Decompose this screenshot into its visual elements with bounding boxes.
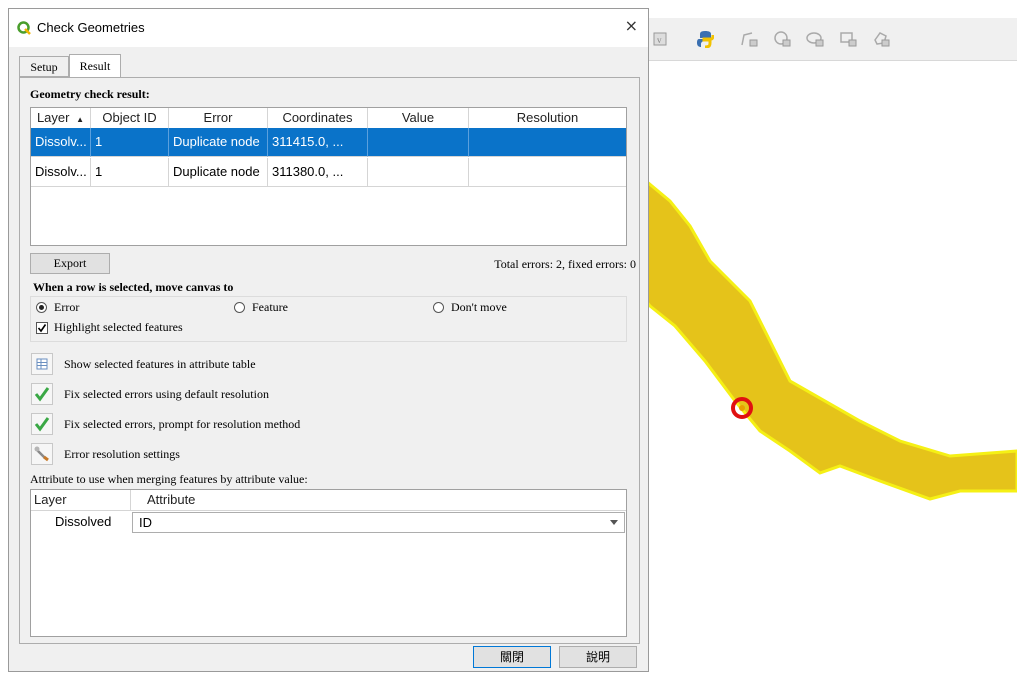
cell-layer[interactable]: Dissolv...: [31, 158, 91, 187]
qgis-logo-icon: [17, 21, 31, 35]
attribute-select-value: ID: [139, 515, 152, 530]
column-header-attribute[interactable]: Attribute: [131, 490, 626, 510]
column-header-object-id[interactable]: Object ID: [91, 108, 169, 128]
fix-prompt-button[interactable]: [31, 413, 53, 435]
show-in-attribute-table-button[interactable]: [31, 353, 53, 375]
close-button[interactable]: 關閉: [473, 646, 551, 668]
cell-object-id[interactable]: 1: [91, 128, 169, 157]
action-label: Fix selected errors, prompt for resoluti…: [64, 417, 301, 431]
map-canvas[interactable]: [638, 61, 1017, 672]
help-button[interactable]: 說明: [559, 646, 637, 668]
svg-text:v: v: [657, 35, 662, 45]
cell-resolution[interactable]: [469, 158, 626, 187]
resolution-settings-button[interactable]: [31, 443, 53, 465]
cell-value[interactable]: [368, 158, 469, 187]
tab-result[interactable]: Result: [69, 54, 121, 77]
radio-feature[interactable]: [234, 302, 245, 313]
cell-coordinates[interactable]: 311415.0, ...: [268, 128, 368, 157]
checkmark-icon: [34, 387, 50, 402]
action-label: Fix selected errors using default resolu…: [64, 387, 269, 401]
move-canvas-heading: When a row is selected, move canvas to: [33, 280, 234, 294]
column-header-layer[interactable]: Layer: [31, 490, 131, 510]
dissolved-polygon-feature[interactable]: [638, 172, 1017, 501]
merge-attribute-table[interactable]: Layer Attribute Dissolved ID: [30, 489, 627, 637]
dialog-title: Check Geometries: [37, 20, 145, 35]
column-header-coordinates[interactable]: Coordinates: [268, 108, 368, 128]
attribute-table-icon: [36, 358, 48, 370]
digitize-circle-icon[interactable]: [773, 30, 791, 48]
digitize-rectangle-icon[interactable]: [839, 30, 857, 48]
merge-heading: Attribute to use when merging features b…: [30, 472, 308, 486]
cell-error[interactable]: Duplicate node: [169, 158, 268, 187]
radio-error-label[interactable]: Error: [54, 300, 79, 315]
radio-error[interactable]: [36, 302, 47, 313]
radio-dont-move-label[interactable]: Don't move: [451, 300, 507, 315]
cell-layer[interactable]: Dissolv...: [31, 128, 91, 157]
total-errors-text: Total errors: 2, fixed errors: 0: [494, 257, 636, 271]
result-heading: Geometry check result:: [30, 87, 150, 101]
checkmark-icon: [34, 417, 50, 432]
qgis-toolbar: v: [640, 18, 1017, 61]
select-by-value-icon[interactable]: v: [652, 30, 670, 48]
tab-setup[interactable]: Setup: [19, 56, 69, 77]
export-button[interactable]: Export: [30, 253, 110, 274]
attribute-select[interactable]: ID: [132, 512, 625, 533]
column-header-error[interactable]: Error: [169, 108, 268, 128]
cell-object-id[interactable]: 1: [91, 158, 169, 187]
digitize-ellipse-icon[interactable]: [806, 30, 824, 48]
cell-error[interactable]: Duplicate node: [169, 128, 268, 157]
checkmark-icon: [37, 324, 47, 333]
merge-layer-cell: Dissolved: [55, 514, 112, 529]
highlight-label[interactable]: Highlight selected features: [54, 320, 183, 335]
sort-ascending-icon: ▲: [76, 115, 85, 124]
cell-value[interactable]: [368, 128, 469, 157]
column-header-resolution[interactable]: Resolution: [469, 108, 626, 128]
check-geometries-dialog: Check Geometries × Setup Result Geometry…: [8, 8, 649, 672]
close-icon[interactable]: ×: [625, 16, 638, 35]
move-canvas-group: Error Feature Don't move Highlight selec…: [30, 296, 627, 342]
table-row[interactable]: Dissolv... 1 Duplicate node 311380.0, ..…: [31, 158, 626, 187]
radio-dont-move[interactable]: [433, 302, 444, 313]
table-header: Layer ▲ Object ID Error Coordinates Valu…: [31, 108, 626, 129]
fix-default-button[interactable]: [31, 383, 53, 405]
column-header-value[interactable]: Value: [368, 108, 469, 128]
dialog-titlebar: Check Geometries ×: [9, 9, 648, 47]
cell-resolution[interactable]: [469, 128, 626, 157]
table-header: Layer Attribute: [31, 490, 626, 511]
digitize-polygon-icon[interactable]: [872, 30, 890, 48]
result-table[interactable]: Layer ▲ Object ID Error Coordinates Valu…: [30, 107, 627, 246]
chevron-down-icon: [610, 520, 618, 525]
digitize-line-icon[interactable]: [740, 30, 758, 48]
highlight-checkbox[interactable]: [36, 322, 48, 334]
python-console-icon[interactable]: [696, 30, 714, 48]
table-row[interactable]: Dissolv... 1 Duplicate node 311415.0, ..…: [31, 128, 626, 157]
wrench-icon: [34, 446, 49, 462]
radio-feature-label[interactable]: Feature: [252, 300, 288, 315]
map-features: [638, 172, 1017, 501]
cell-coordinates[interactable]: 311380.0, ...: [268, 158, 368, 187]
action-label: Error resolution settings: [64, 447, 180, 461]
action-label: Show selected features in attribute tabl…: [64, 357, 256, 371]
column-header-layer[interactable]: Layer ▲: [31, 108, 91, 128]
